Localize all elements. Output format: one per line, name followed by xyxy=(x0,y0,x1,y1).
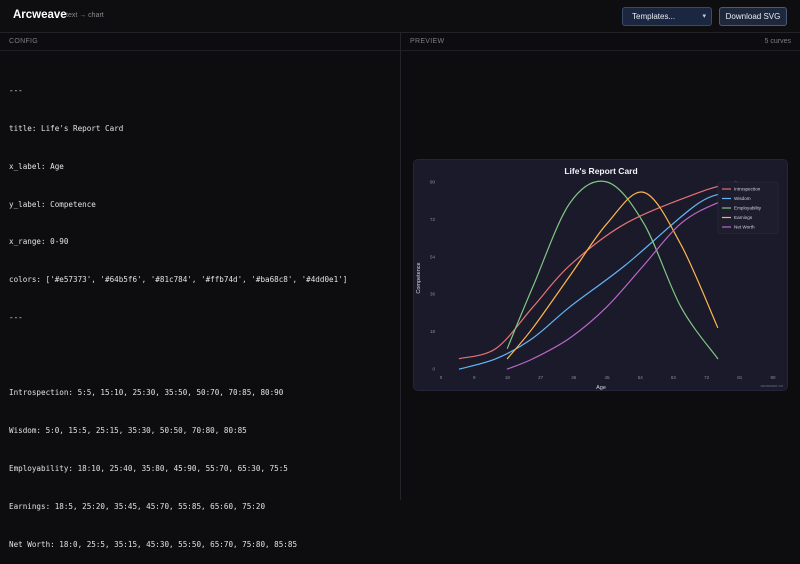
templates-dropdown-label: Templates... xyxy=(632,12,676,21)
config-line: Employability: 18:10, 25:40, 35:80, 45:9… xyxy=(9,464,288,473)
config-line xyxy=(9,350,394,363)
x-tick-label: 9 xyxy=(473,375,476,380)
config-line: Wisdom: 5:0, 15:5, 25:15, 35:30, 50:50, … xyxy=(9,426,247,436)
y-tick-label: 54 xyxy=(430,254,436,259)
chart-preview-card: Life's Report Card Age Competence arcwea… xyxy=(413,159,788,391)
legend-label: Net Worth xyxy=(734,225,755,230)
top-bar: Arcweave text → chart Templates... ▾ Dow… xyxy=(0,0,800,33)
curve-count: 5 curves xyxy=(764,38,791,45)
config-line: colors: ['#e57373', '#64b5f6', '#81c784'… xyxy=(9,275,348,285)
x-tick-label: 45 xyxy=(604,375,610,380)
preview-pane-title: PREVIEW xyxy=(410,38,445,45)
y-tick-label: 0 xyxy=(432,367,435,372)
legend-label: Wisdom xyxy=(734,196,751,201)
watermark: arcweave.co xyxy=(761,383,784,388)
y-tick-label: 36 xyxy=(430,292,436,297)
config-line: --- xyxy=(9,312,23,322)
chart-svg: Life's Report Card Age Competence arcwea… xyxy=(416,166,784,391)
app-tagline: text → chart xyxy=(66,12,104,19)
x-axis-label: Age xyxy=(596,385,606,391)
x-tick-label: 36 xyxy=(571,375,577,380)
x-tick-label: 90 xyxy=(770,375,776,380)
series-line-net-worth xyxy=(506,191,756,370)
config-line: --- xyxy=(9,86,23,96)
chart-title: Life's Report Card xyxy=(564,166,637,176)
config-line: Net Worth: 18:0, 25:5, 35:15, 45:30, 55:… xyxy=(9,539,298,549)
series-lines xyxy=(458,180,756,370)
app-logo[interactable]: Arcweave xyxy=(13,9,67,21)
config-line: Earnings: 18:5, 25:20, 35:45, 45:70, 55:… xyxy=(9,501,266,511)
preview-pane-header: PREVIEW 5 curves xyxy=(401,33,800,51)
y-tick-label: 18 xyxy=(430,329,436,334)
config-pane-header: CONFIG xyxy=(0,33,400,51)
config-line: title: Life's Report Card xyxy=(9,123,124,133)
series-line-introspection xyxy=(458,181,737,360)
x-tick-label: 81 xyxy=(737,375,743,380)
y-tick-label: 90 xyxy=(430,180,436,185)
config-line: x_range: 0-90 xyxy=(9,237,69,247)
legend-label: Employability xyxy=(734,206,762,211)
series-line-wisdom xyxy=(458,191,737,370)
templates-dropdown[interactable]: Templates... ▾ xyxy=(622,7,712,26)
x-tick-label: 72 xyxy=(704,375,710,380)
config-line: x_label: Age xyxy=(9,161,64,171)
x-tick-label: 63 xyxy=(671,375,677,380)
x-tick-label: 18 xyxy=(505,375,511,380)
y-tick-label: 72 xyxy=(430,217,436,222)
download-svg-button[interactable]: Download SVG xyxy=(719,7,787,26)
x-tick-label: 27 xyxy=(538,375,544,380)
y-axis-label: Competence xyxy=(416,262,422,293)
legend: Introspection Wisdom Employability Earnings… xyxy=(717,181,779,234)
x-tick-label: 0 xyxy=(440,375,443,380)
config-line: y_label: Competence xyxy=(9,199,96,209)
legend-label: Earnings xyxy=(734,215,753,220)
pane-divider[interactable] xyxy=(400,33,401,500)
x-tick-label: 54 xyxy=(638,375,644,380)
config-pane-title: CONFIG xyxy=(9,38,39,45)
config-line: Introspection: 5:5, 15:10, 25:30, 35:50,… xyxy=(9,388,284,398)
chevron-down-icon: ▾ xyxy=(702,13,706,20)
series-line-employability xyxy=(506,180,719,360)
config-editor[interactable]: --- title: Life's Report Card x_label: A… xyxy=(9,60,394,564)
legend-label: Introspection xyxy=(734,187,761,192)
